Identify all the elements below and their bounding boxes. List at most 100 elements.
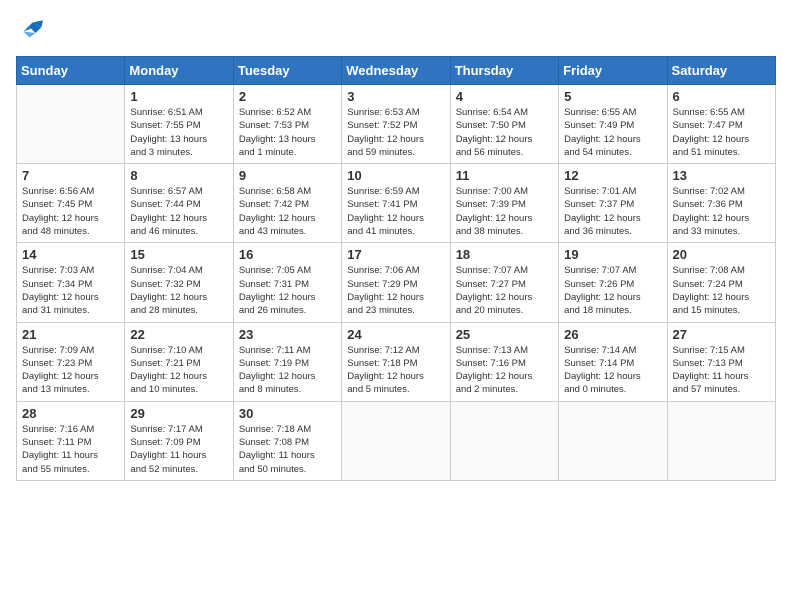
calendar-cell: 8 Sunrise: 6:57 AM Sunset: 7:44 PM Daylig… xyxy=(125,164,233,243)
day-info: Sunrise: 7:02 AM Sunset: 7:36 PM Dayligh… xyxy=(673,185,770,238)
day-info: Sunrise: 6:54 AM Sunset: 7:50 PM Dayligh… xyxy=(456,106,553,159)
calendar-cell: 21 Sunrise: 7:09 AM Sunset: 7:23 PM Dayli… xyxy=(17,322,125,401)
day-info: Sunrise: 6:51 AM Sunset: 7:55 PM Dayligh… xyxy=(130,106,227,159)
day-number: 22 xyxy=(130,327,227,342)
day-number: 10 xyxy=(347,168,444,183)
calendar-cell: 27 Sunrise: 7:15 AM Sunset: 7:13 PM Dayli… xyxy=(667,322,775,401)
day-info: Sunrise: 7:03 AM Sunset: 7:34 PM Dayligh… xyxy=(22,264,119,317)
day-number: 21 xyxy=(22,327,119,342)
weekday-header-friday: Friday xyxy=(559,57,667,85)
day-number: 14 xyxy=(22,247,119,262)
weekday-header-tuesday: Tuesday xyxy=(233,57,341,85)
calendar-week-row: 7Sunrise: 6:56 AM Sunset: 7:45 PM Daylig… xyxy=(17,164,776,243)
calendar-cell: 7Sunrise: 6:56 AM Sunset: 7:45 PM Daylig… xyxy=(17,164,125,243)
calendar-cell: 16Sunrise: 7:05 AM Sunset: 7:31 PM Dayli… xyxy=(233,243,341,322)
calendar-week-row: 28Sunrise: 7:16 AM Sunset: 7:11 PM Dayli… xyxy=(17,401,776,480)
calendar-cell: 2Sunrise: 6:52 AM Sunset: 7:53 PM Daylig… xyxy=(233,85,341,164)
weekday-header-sunday: Sunday xyxy=(17,57,125,85)
day-info: Sunrise: 7:04 AM Sunset: 7:32 PM Dayligh… xyxy=(130,264,227,317)
calendar-week-row: 14 Sunrise: 7:03 AM Sunset: 7:34 PM Dayli… xyxy=(17,243,776,322)
day-info: Sunrise: 7:10 AM Sunset: 7:21 PM Dayligh… xyxy=(130,344,227,397)
calendar-cell: 9 Sunrise: 6:58 AM Sunset: 7:42 PM Daylig… xyxy=(233,164,341,243)
day-number: 3 xyxy=(347,89,444,104)
calendar-cell: 23Sunrise: 7:11 AM Sunset: 7:19 PM Dayli… xyxy=(233,322,341,401)
weekday-header-thursday: Thursday xyxy=(450,57,558,85)
day-number: 5 xyxy=(564,89,661,104)
calendar-cell: 19 Sunrise: 7:07 AM Sunset: 7:26 PM Dayli… xyxy=(559,243,667,322)
day-number: 4 xyxy=(456,89,553,104)
day-number: 16 xyxy=(239,247,336,262)
calendar-cell: 14 Sunrise: 7:03 AM Sunset: 7:34 PM Dayli… xyxy=(17,243,125,322)
day-number: 1 xyxy=(130,89,227,104)
calendar-cell: 10 Sunrise: 6:59 AM Sunset: 7:41 PM Dayli… xyxy=(342,164,450,243)
calendar-cell: 15 Sunrise: 7:04 AM Sunset: 7:32 PM Dayli… xyxy=(125,243,233,322)
day-number: 6 xyxy=(673,89,770,104)
day-info: Sunrise: 7:14 AM Sunset: 7:14 PM Dayligh… xyxy=(564,344,661,397)
weekday-header-wednesday: Wednesday xyxy=(342,57,450,85)
calendar-cell: 5 Sunrise: 6:55 AM Sunset: 7:49 PM Daylig… xyxy=(559,85,667,164)
calendar-cell: 3 Sunrise: 6:53 AM Sunset: 7:52 PM Daylig… xyxy=(342,85,450,164)
day-number: 12 xyxy=(564,168,661,183)
day-info: Sunrise: 7:15 AM Sunset: 7:13 PM Dayligh… xyxy=(673,344,770,397)
day-info: Sunrise: 7:08 AM Sunset: 7:24 PM Dayligh… xyxy=(673,264,770,317)
weekday-header-monday: Monday xyxy=(125,57,233,85)
day-number: 26 xyxy=(564,327,661,342)
day-number: 9 xyxy=(239,168,336,183)
calendar-table: SundayMondayTuesdayWednesdayThursdayFrid… xyxy=(16,56,776,481)
calendar-cell: 26 Sunrise: 7:14 AM Sunset: 7:14 PM Dayli… xyxy=(559,322,667,401)
calendar-week-row: 1 Sunrise: 6:51 AM Sunset: 7:55 PM Daylig… xyxy=(17,85,776,164)
logo-icon xyxy=(16,16,46,44)
calendar-cell: 20Sunrise: 7:08 AM Sunset: 7:24 PM Dayli… xyxy=(667,243,775,322)
day-number: 29 xyxy=(130,406,227,421)
day-number: 11 xyxy=(456,168,553,183)
day-info: Sunrise: 6:57 AM Sunset: 7:44 PM Dayligh… xyxy=(130,185,227,238)
calendar-cell: 30Sunrise: 7:18 AM Sunset: 7:08 PM Dayli… xyxy=(233,401,341,480)
calendar-cell: 24 Sunrise: 7:12 AM Sunset: 7:18 PM Dayli… xyxy=(342,322,450,401)
day-number: 19 xyxy=(564,247,661,262)
day-info: Sunrise: 7:07 AM Sunset: 7:26 PM Dayligh… xyxy=(564,264,661,317)
day-info: Sunrise: 6:53 AM Sunset: 7:52 PM Dayligh… xyxy=(347,106,444,159)
day-number: 8 xyxy=(130,168,227,183)
day-number: 17 xyxy=(347,247,444,262)
calendar-cell xyxy=(342,401,450,480)
calendar-cell: 4 Sunrise: 6:54 AM Sunset: 7:50 PM Daylig… xyxy=(450,85,558,164)
calendar-week-row: 21 Sunrise: 7:09 AM Sunset: 7:23 PM Dayli… xyxy=(17,322,776,401)
day-info: Sunrise: 6:55 AM Sunset: 7:49 PM Dayligh… xyxy=(564,106,661,159)
calendar-cell xyxy=(559,401,667,480)
calendar-cell: 28Sunrise: 7:16 AM Sunset: 7:11 PM Dayli… xyxy=(17,401,125,480)
calendar-cell xyxy=(450,401,558,480)
day-info: Sunrise: 6:58 AM Sunset: 7:42 PM Dayligh… xyxy=(239,185,336,238)
calendar-cell: 29 Sunrise: 7:17 AM Sunset: 7:09 PM Dayli… xyxy=(125,401,233,480)
calendar-cell: 6 Sunrise: 6:55 AM Sunset: 7:47 PM Daylig… xyxy=(667,85,775,164)
calendar-cell xyxy=(17,85,125,164)
day-info: Sunrise: 7:06 AM Sunset: 7:29 PM Dayligh… xyxy=(347,264,444,317)
calendar-cell: 1 Sunrise: 6:51 AM Sunset: 7:55 PM Daylig… xyxy=(125,85,233,164)
day-number: 13 xyxy=(673,168,770,183)
day-number: 30 xyxy=(239,406,336,421)
calendar-cell xyxy=(667,401,775,480)
day-number: 27 xyxy=(673,327,770,342)
day-number: 7 xyxy=(22,168,119,183)
day-info: Sunrise: 6:55 AM Sunset: 7:47 PM Dayligh… xyxy=(673,106,770,159)
calendar-cell: 22 Sunrise: 7:10 AM Sunset: 7:21 PM Dayli… xyxy=(125,322,233,401)
day-info: Sunrise: 7:16 AM Sunset: 7:11 PM Dayligh… xyxy=(22,423,119,476)
calendar-cell: 13 Sunrise: 7:02 AM Sunset: 7:36 PM Dayli… xyxy=(667,164,775,243)
calendar-cell: 17 Sunrise: 7:06 AM Sunset: 7:29 PM Dayli… xyxy=(342,243,450,322)
day-number: 15 xyxy=(130,247,227,262)
calendar-header-row: SundayMondayTuesdayWednesdayThursdayFrid… xyxy=(17,57,776,85)
day-info: Sunrise: 7:01 AM Sunset: 7:37 PM Dayligh… xyxy=(564,185,661,238)
calendar-cell: 25 Sunrise: 7:13 AM Sunset: 7:16 PM Dayli… xyxy=(450,322,558,401)
calendar-cell: 18 Sunrise: 7:07 AM Sunset: 7:27 PM Dayli… xyxy=(450,243,558,322)
day-number: 25 xyxy=(456,327,553,342)
day-number: 24 xyxy=(347,327,444,342)
day-info: Sunrise: 7:17 AM Sunset: 7:09 PM Dayligh… xyxy=(130,423,227,476)
day-info: Sunrise: 7:09 AM Sunset: 7:23 PM Dayligh… xyxy=(22,344,119,397)
day-number: 18 xyxy=(456,247,553,262)
day-info: Sunrise: 7:13 AM Sunset: 7:16 PM Dayligh… xyxy=(456,344,553,397)
calendar-cell: 12 Sunrise: 7:01 AM Sunset: 7:37 PM Dayli… xyxy=(559,164,667,243)
day-info: Sunrise: 7:11 AM Sunset: 7:19 PM Dayligh… xyxy=(239,344,336,397)
day-info: Sunrise: 7:12 AM Sunset: 7:18 PM Dayligh… xyxy=(347,344,444,397)
day-info: Sunrise: 7:07 AM Sunset: 7:27 PM Dayligh… xyxy=(456,264,553,317)
day-info: Sunrise: 6:59 AM Sunset: 7:41 PM Dayligh… xyxy=(347,185,444,238)
day-info: Sunrise: 7:00 AM Sunset: 7:39 PM Dayligh… xyxy=(456,185,553,238)
